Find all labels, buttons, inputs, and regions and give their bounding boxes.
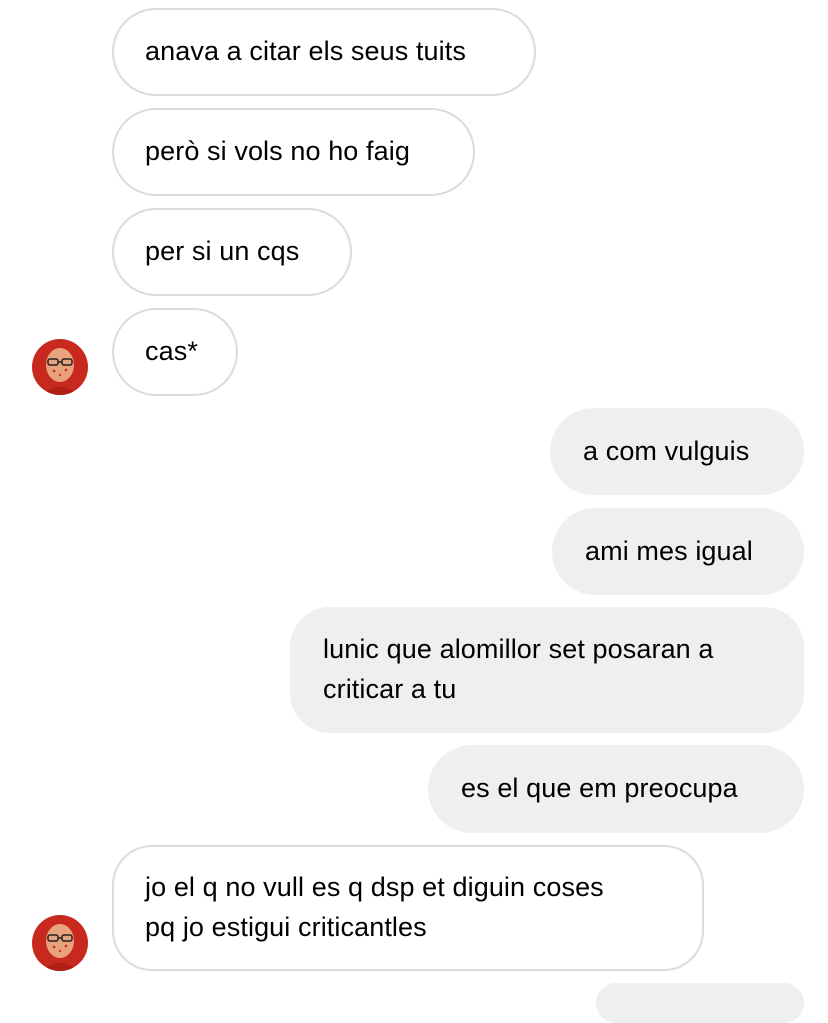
contact-avatar[interactable] (32, 915, 88, 971)
message-text-line: criticar a tu (323, 674, 457, 704)
received-message-bubble[interactable]: anava a citar els seus tuits (112, 8, 536, 96)
message-text: anava a citar els seus tuits (145, 36, 466, 66)
contact-avatar[interactable] (32, 339, 88, 395)
sent-message-bubble-partial[interactable] (596, 983, 804, 1023)
sent-message-bubble[interactable]: a com vulguis (550, 408, 804, 495)
received-message-bubble[interactable]: però si vols no ho faig (112, 108, 475, 196)
message-text-line: jo el q no vull es q dsp et diguin coses (145, 872, 604, 902)
message-text: per si un cqs (145, 236, 300, 266)
message-text: es el que em preocupa (461, 773, 738, 803)
received-message-bubble[interactable]: per si un cqs (112, 208, 352, 296)
sent-message-bubble[interactable]: lunic que alomillor set posaran a critic… (290, 607, 804, 733)
message-text: a com vulguis (583, 436, 750, 466)
message-text-line: pq jo estigui criticantles (145, 912, 427, 942)
avatar-photo-icon (32, 339, 88, 395)
message-text: però si vols no ho faig (145, 136, 410, 166)
message-text: ami mes igual (585, 536, 753, 566)
message-text: cas* (145, 336, 198, 366)
sent-message-bubble[interactable]: es el que em preocupa (428, 745, 804, 833)
avatar-photo-icon (32, 915, 88, 971)
message-text-line: lunic que alomillor set posaran a (323, 634, 714, 664)
received-message-bubble[interactable]: jo el q no vull es q dsp et diguin coses… (112, 845, 704, 971)
received-message-bubble[interactable]: cas* (112, 308, 238, 396)
sent-message-bubble[interactable]: ami mes igual (552, 508, 804, 595)
